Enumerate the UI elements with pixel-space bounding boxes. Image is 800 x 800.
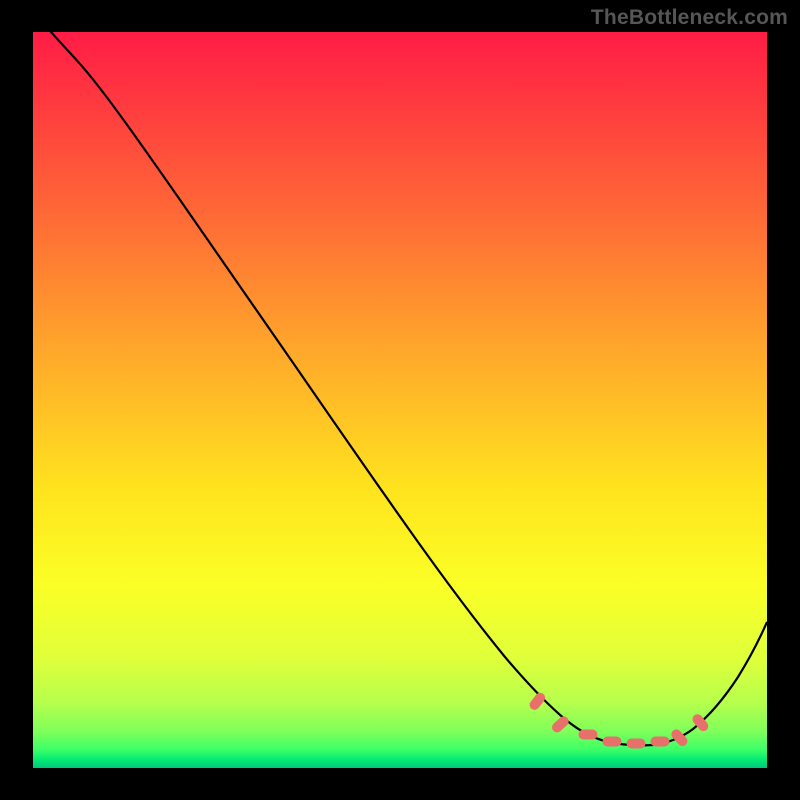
marker (670, 728, 689, 747)
plot-area (33, 32, 767, 768)
optimal-range-markers (528, 691, 709, 748)
marker (627, 739, 645, 748)
bottleneck-curve (33, 32, 767, 768)
marker (691, 713, 709, 733)
marker (651, 737, 669, 746)
marker (528, 691, 546, 711)
chart-container: TheBottleneck.com (0, 0, 800, 800)
marker (579, 730, 597, 739)
marker (603, 737, 621, 746)
curve-path (33, 32, 767, 745)
watermark-text: TheBottleneck.com (591, 6, 788, 30)
marker (551, 715, 570, 734)
